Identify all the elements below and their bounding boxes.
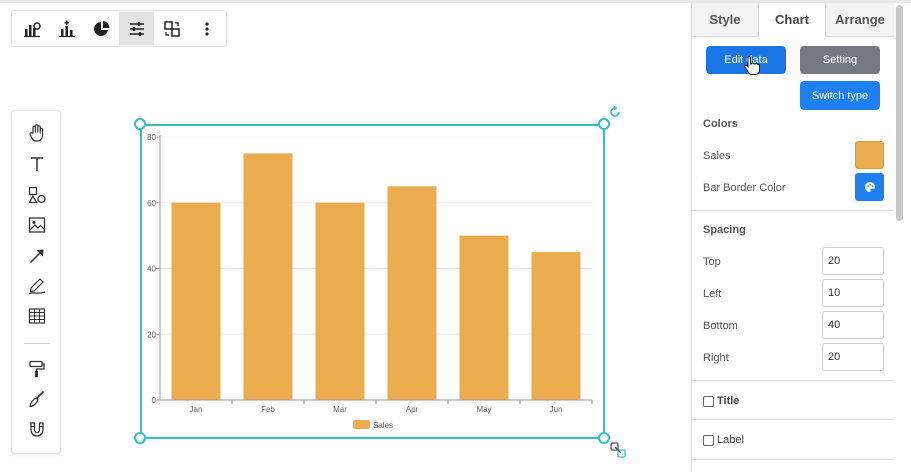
palette-icon: [864, 182, 875, 192]
spacing-right-label: Right: [703, 352, 729, 364]
bar-mar[interactable]: [315, 202, 365, 400]
bar-jan[interactable]: [171, 202, 221, 400]
title-checkbox-label: Title: [717, 395, 740, 407]
tool-palette: [11, 110, 61, 454]
rotate-icon[interactable]: [608, 105, 622, 119]
shapes-icon[interactable]: [24, 182, 50, 208]
title-checkbox-box[interactable]: [703, 395, 714, 407]
tab-style[interactable]: Style: [692, 3, 759, 37]
spacing-right-input[interactable]: 20: [822, 343, 884, 371]
panel-divider: [692, 380, 894, 381]
panel-scrollbar[interactable]: [896, 5, 903, 221]
brush-icon[interactable]: [24, 386, 50, 412]
bar-jun[interactable]: [531, 252, 581, 400]
table-icon[interactable]: [24, 303, 50, 329]
spacing-top-label: Top: [703, 256, 721, 268]
bar-apr[interactable]: [387, 186, 437, 400]
tab-arrange[interactable]: Arrange: [826, 3, 894, 37]
panel-divider: [692, 419, 894, 420]
spacing-left-input[interactable]: 10: [822, 279, 884, 307]
pie-chart-icon[interactable]: [84, 12, 119, 45]
pen-icon[interactable]: [24, 273, 50, 299]
bar-border-color-label: Bar Border Color: [703, 182, 786, 194]
resize-handle-bottom-left[interactable]: [134, 432, 146, 444]
sliders-icon[interactable]: [119, 12, 154, 45]
resize-handle-top-right[interactable]: [598, 118, 610, 130]
bar-may[interactable]: [459, 235, 509, 400]
spacing-bottom-input[interactable]: 40: [822, 311, 884, 339]
label-checkbox[interactable]: Label: [703, 434, 744, 446]
label-checkbox-box[interactable]: [703, 434, 714, 446]
image-icon[interactable]: [24, 212, 50, 238]
bar-feb[interactable]: [243, 153, 293, 400]
properties-panel: Style Chart Arrange Edit data Setting Sw…: [691, 3, 911, 472]
palette-divider: [24, 343, 50, 344]
link-icon[interactable]: [610, 442, 627, 459]
resize-handle-bottom-right[interactable]: [598, 432, 610, 444]
bar-chart-add-icon[interactable]: [49, 12, 84, 45]
app-window: 0 20 40 60 80 Jan Feb Mar Apr May Jun Sales Style …: [0, 0, 911, 472]
panel-tabs: Style Chart Arrange: [692, 3, 894, 37]
panel-divider: [692, 210, 894, 211]
paint-roller-icon[interactable]: [24, 356, 50, 382]
chart-toolbar: [11, 10, 227, 47]
bar-chart-icon[interactable]: [14, 12, 49, 45]
sales-color-swatch[interactable]: [855, 141, 884, 169]
panel-divider: [692, 459, 894, 460]
spacing-left-label: Left: [703, 288, 722, 300]
spacing-heading: Spacing: [703, 224, 746, 236]
spacing-bottom-label: Bottom: [703, 320, 738, 332]
arrow-icon[interactable]: [24, 243, 50, 269]
magnet-icon[interactable]: [24, 417, 50, 443]
text-icon[interactable]: [24, 151, 50, 177]
bar-border-color-swatch[interactable]: [855, 173, 884, 201]
sales-color-label: Sales: [703, 150, 731, 162]
setting-button[interactable]: Setting: [800, 46, 880, 74]
hand-icon[interactable]: [24, 120, 50, 146]
colors-heading: Colors: [703, 118, 738, 130]
title-checkbox[interactable]: Title: [703, 395, 739, 407]
label-checkbox-label: Label: [717, 434, 744, 446]
more-vertical-icon[interactable]: [189, 12, 224, 45]
swap-icon[interactable]: [154, 12, 189, 45]
switch-type-button[interactable]: Switch type: [800, 81, 880, 110]
resize-handle-top-left[interactable]: [134, 118, 146, 130]
spacing-top-input[interactable]: 20: [822, 247, 884, 275]
pointer-cursor-icon: [744, 56, 760, 75]
tab-chart[interactable]: Chart: [759, 3, 826, 37]
